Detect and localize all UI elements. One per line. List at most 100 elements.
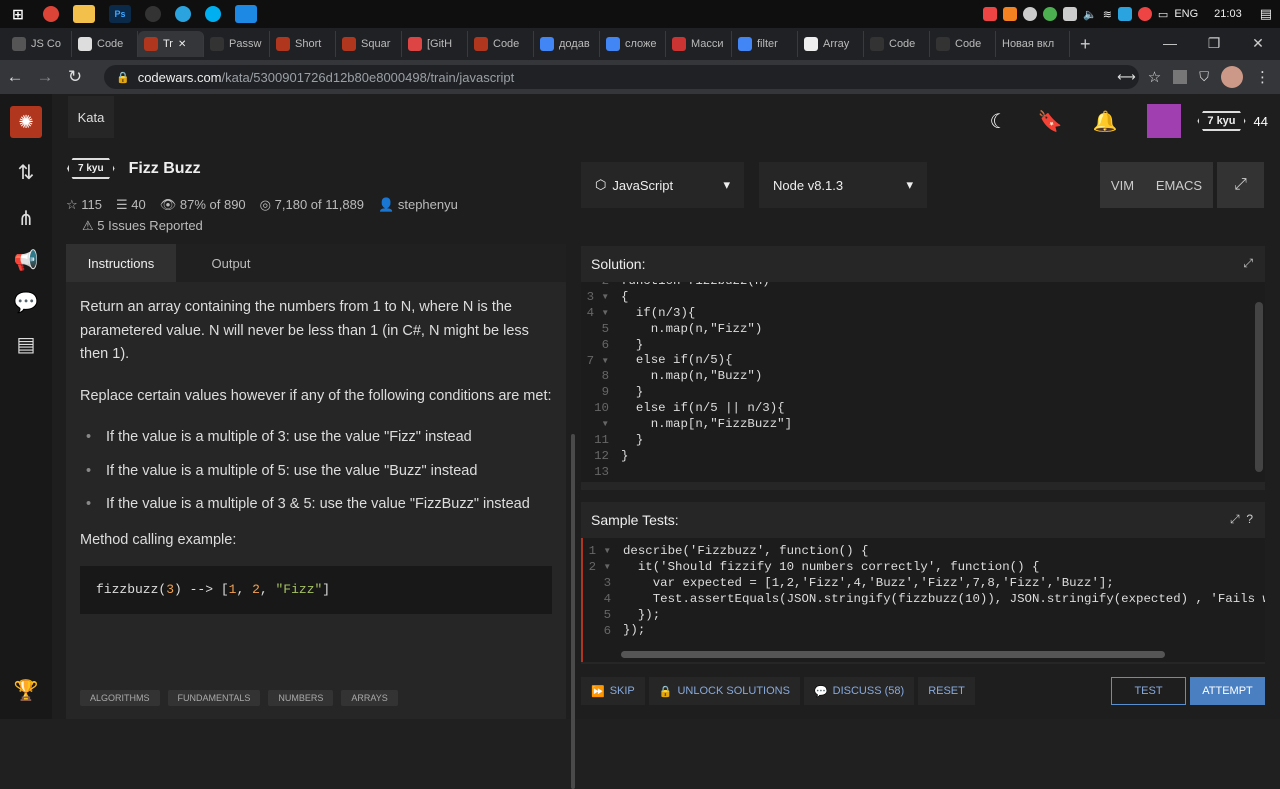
browser-tab[interactable]: Array bbox=[798, 31, 864, 57]
tray-check-icon[interactable] bbox=[1043, 7, 1057, 21]
announcements-icon[interactable]: 📢 bbox=[10, 244, 42, 276]
browser-tab[interactable]: filter bbox=[732, 31, 798, 57]
notification-bell-icon[interactable]: 🔔 bbox=[1092, 109, 1117, 134]
codewars-logo[interactable]: ✺ bbox=[10, 106, 42, 138]
forward-icon[interactable]: → bbox=[30, 67, 60, 87]
tray-app-icon[interactable] bbox=[1137, 7, 1152, 21]
tab-instructions[interactable]: Instructions bbox=[66, 244, 176, 282]
browser-tab[interactable]: Code bbox=[72, 31, 138, 57]
photoshop-icon[interactable]: Ps bbox=[109, 5, 131, 23]
editor-scrollbar[interactable] bbox=[1255, 302, 1263, 472]
wifi-icon[interactable]: ≋ bbox=[1103, 8, 1112, 21]
expand-icon[interactable]: ⤢ bbox=[1243, 256, 1253, 271]
tab-label: Code bbox=[97, 38, 124, 50]
code-text[interactable]: function fizzbuzz(n){ if(n/3){ n.map(n,"… bbox=[621, 282, 792, 481]
skip-button[interactable]: ⏩ SKIP bbox=[581, 677, 645, 705]
shield-icon[interactable]: ⛉ bbox=[1199, 69, 1209, 85]
browser-tab[interactable]: Tr ✕ bbox=[138, 31, 204, 57]
vim-button[interactable]: VIM bbox=[1111, 178, 1134, 193]
browser-tab[interactable]: додав bbox=[534, 31, 600, 57]
profile-avatar[interactable] bbox=[1221, 66, 1243, 88]
back-icon[interactable]: ← bbox=[0, 67, 30, 87]
tray-app-icon[interactable] bbox=[1023, 7, 1037, 21]
tag-numbers[interactable]: NUMBERS bbox=[268, 690, 334, 706]
test-button[interactable]: TEST bbox=[1111, 677, 1186, 705]
close-icon[interactable]: ✕ bbox=[1236, 35, 1280, 52]
line-number: 2 bbox=[581, 282, 609, 290]
language-select[interactable]: ⬡ JavaScript ▾ bbox=[581, 162, 744, 208]
tag-algorithms[interactable]: ALGORITHMS bbox=[80, 690, 160, 706]
breadcrumb-kata[interactable]: Kata bbox=[68, 96, 114, 138]
dark-mode-moon-icon[interactable]: ☾ bbox=[990, 109, 1008, 134]
tray-app-icon[interactable] bbox=[1117, 7, 1132, 21]
browser-tab[interactable]: [GitH bbox=[402, 31, 468, 57]
browser-tab[interactable]: Code bbox=[468, 31, 534, 57]
community-icon[interactable]: ⋔ bbox=[10, 202, 42, 234]
browser-tab[interactable]: Новая вкл bbox=[996, 31, 1070, 57]
clock[interactable]: 21:03 bbox=[1214, 8, 1242, 20]
skype-icon[interactable] bbox=[205, 6, 221, 22]
new-tab-icon[interactable]: + bbox=[1080, 34, 1091, 55]
fullscreen-button[interactable]: ⤢ bbox=[1217, 162, 1264, 208]
unlock-solutions-button[interactable]: 🔒 UNLOCK SOLUTIONS bbox=[648, 677, 800, 705]
telegram-icon[interactable] bbox=[175, 6, 191, 22]
discuss-button[interactable]: 💬 DISCUSS (58) bbox=[803, 677, 915, 705]
vscode-icon[interactable] bbox=[235, 5, 257, 23]
tag-arrays[interactable]: ARRAYS bbox=[341, 690, 398, 706]
attempt-button[interactable]: ATTEMPT bbox=[1190, 677, 1265, 705]
tray-app-icon[interactable] bbox=[983, 7, 997, 21]
tray-app-icon[interactable] bbox=[1003, 7, 1017, 21]
leaderboard-trophy-icon[interactable]: 🏆 bbox=[10, 674, 42, 706]
tag-fundamentals[interactable]: FUNDAMENTALS bbox=[167, 690, 261, 706]
bookmark-star-icon[interactable]: ☆ bbox=[1148, 68, 1161, 86]
practice-icon[interactable]: ⇅ bbox=[10, 156, 42, 188]
code-text[interactable]: describe('Fizzbuzz', function() { it('Sh… bbox=[623, 544, 1265, 639]
battery-icon[interactable]: ▭ bbox=[1158, 8, 1168, 21]
line-number: 14 bbox=[581, 481, 609, 482]
kata-stats: ☆ 115 ☰ 40 👁 87% of 890 ◎ 7,180 of 11,88… bbox=[66, 197, 458, 213]
discussions-icon[interactable]: 💬 bbox=[10, 286, 42, 318]
browser-tab[interactable]: JS Co bbox=[6, 31, 72, 57]
minimize-icon[interactable]: — bbox=[1148, 35, 1192, 51]
obs-icon[interactable] bbox=[145, 6, 161, 22]
chrome-icon[interactable] bbox=[43, 6, 59, 22]
notifications-icon[interactable]: ▤ bbox=[1260, 6, 1272, 22]
tab-output[interactable]: Output bbox=[176, 244, 286, 282]
volume-icon[interactable]: 🔈 bbox=[1083, 8, 1097, 21]
browser-tab[interactable]: сложе bbox=[600, 31, 666, 57]
reload-icon[interactable]: ↻ bbox=[60, 67, 90, 87]
translate-icon[interactable]: ⟷ bbox=[1117, 69, 1136, 85]
issues-reported[interactable]: ⚠ 5 Issues Reported bbox=[82, 218, 203, 234]
user-rank-box[interactable]: 7 kyu 44 bbox=[1197, 111, 1268, 131]
kyu-badge: 7 kyu bbox=[67, 158, 115, 179]
bookmark-icon[interactable]: 🔖 bbox=[1038, 109, 1063, 134]
file-explorer-icon[interactable] bbox=[73, 5, 95, 23]
docs-icon[interactable]: ▤ bbox=[10, 328, 42, 360]
collections-stat[interactable]: ☰ 40 bbox=[116, 197, 146, 213]
language-indicator[interactable]: ENG bbox=[1174, 8, 1198, 20]
stars-stat[interactable]: ☆ 115 bbox=[66, 197, 102, 213]
browser-tab[interactable]: Code bbox=[864, 31, 930, 57]
horizontal-scrollbar[interactable] bbox=[621, 651, 1165, 658]
emacs-button[interactable]: EMACS bbox=[1156, 178, 1202, 193]
solution-code[interactable]: 23 ▾4 ▾567 ▾8910 ▾111213 14 function fizz… bbox=[581, 282, 1265, 482]
browser-tab[interactable]: Code bbox=[930, 31, 996, 57]
reset-button[interactable]: RESET bbox=[918, 677, 975, 705]
browser-tab[interactable]: Short bbox=[270, 31, 336, 57]
runtime-select[interactable]: Node v8.1.3 ▾ bbox=[759, 162, 927, 208]
description-scrollbar[interactable] bbox=[571, 434, 575, 789]
tests-code[interactable]: 1 ▾ 2 ▾ 3 4 5 6 describe('Fizzbuzz', function… bbox=[581, 538, 1265, 662]
url-field[interactable]: 🔒 codewars.com/kata/5300901726d12b80e800… bbox=[104, 65, 1139, 89]
author-link[interactable]: 👤 stephenyu bbox=[378, 197, 458, 213]
user-avatar[interactable] bbox=[1147, 104, 1182, 138]
maximize-icon[interactable]: ❐ bbox=[1192, 35, 1236, 52]
browser-tab[interactable]: Passw bbox=[204, 31, 270, 57]
browser-tab[interactable]: Масси bbox=[666, 31, 732, 57]
windows-start-icon[interactable]: ⊞ bbox=[7, 5, 29, 23]
extension-icon[interactable] bbox=[1173, 70, 1188, 84]
browser-tab[interactable]: Squar bbox=[336, 31, 402, 57]
expand-and-help-icons[interactable]: ⤢ ? bbox=[1230, 512, 1253, 527]
tab-close-icon[interactable]: ✕ bbox=[178, 39, 186, 50]
tray-app-icon[interactable] bbox=[1063, 7, 1077, 21]
menu-icon[interactable]: ⋮ bbox=[1255, 68, 1270, 86]
